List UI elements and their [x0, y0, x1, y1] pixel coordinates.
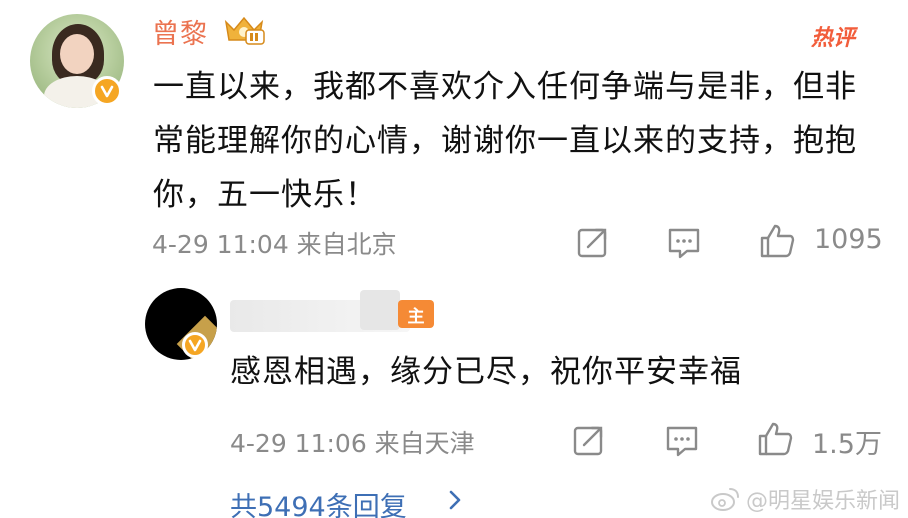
reply-repost-icon[interactable] — [572, 423, 606, 457]
crown-badge-icon — [224, 16, 265, 45]
more-replies-link[interactable]: 共5494条回复 — [230, 485, 407, 518]
reply-verified-icon — [182, 332, 208, 358]
chevron-right-icon[interactable] — [446, 488, 464, 512]
poster-badge: 主 — [398, 300, 434, 328]
reply-comment-icon[interactable] — [665, 424, 699, 458]
comment-text: 一直以来，我都不喜欢介入任何争端与是非，但非常能理解你的心情，谢谢你一直以来的支… — [153, 69, 857, 213]
reply-timestamp: 4-29 11:06 来自天津 — [230, 429, 475, 458]
watermark: @明星娱乐新闻 — [710, 483, 900, 515]
reply-like-count: 1.5万 — [812, 429, 882, 460]
weibo-logo-icon — [711, 488, 739, 511]
reply-rank-blurred — [360, 290, 400, 330]
username[interactable]: 曾黎 — [152, 12, 208, 51]
avatar-face — [60, 34, 94, 74]
like-count: 1095 — [814, 224, 883, 255]
like-icon[interactable] — [758, 222, 796, 260]
reply-text: 感恩相遇，缘分已尽，祝你平安幸福 — [230, 354, 742, 390]
repost-icon[interactable] — [576, 225, 610, 259]
comment-icon[interactable] — [667, 226, 701, 260]
comment-timestamp: 4-29 11:04 来自北京 — [152, 230, 397, 259]
verified-icon — [92, 76, 122, 106]
hot-comment-tag: 热评 — [811, 26, 856, 51]
reply-like-icon[interactable] — [756, 420, 794, 458]
watermark-text: @明星娱乐新闻 — [746, 489, 901, 514]
